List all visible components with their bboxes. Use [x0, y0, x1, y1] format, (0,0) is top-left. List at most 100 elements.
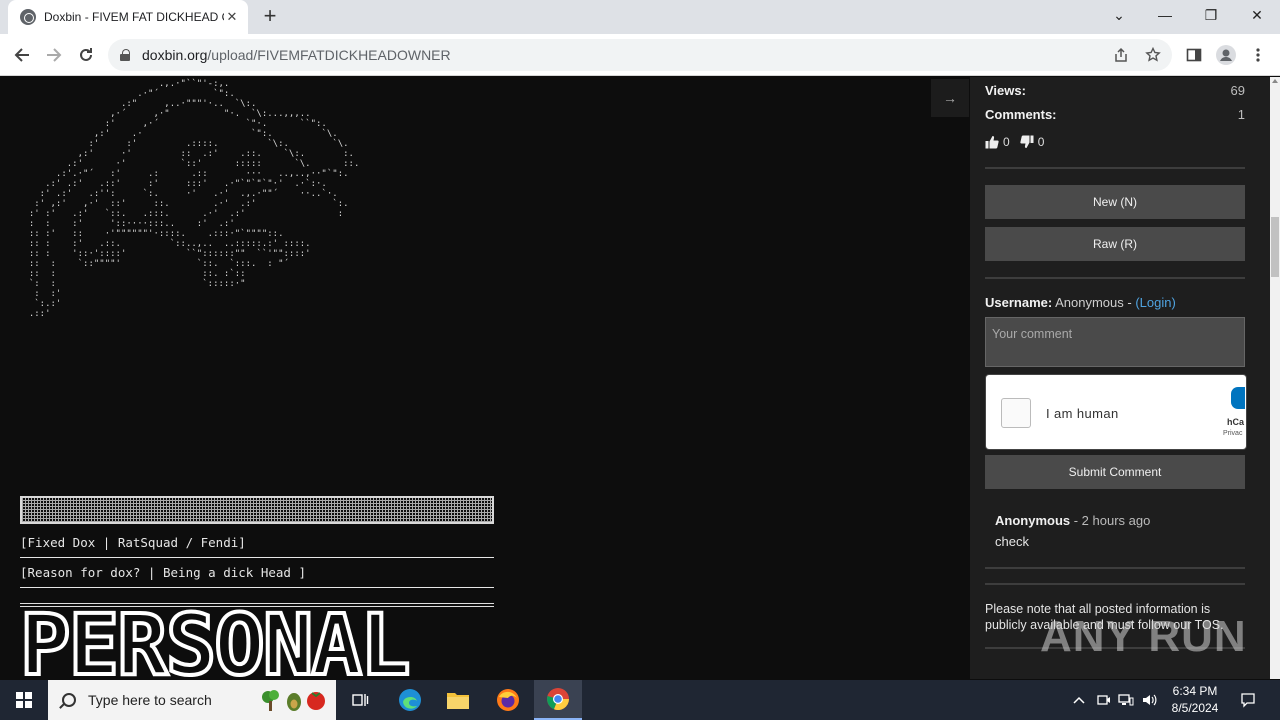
- ascii-art: .,.·"``"'-:,. .·"´ `":. .:" ,..·"""'·.. …: [18, 79, 360, 319]
- new-paste-button[interactable]: New (N): [985, 185, 1245, 219]
- ascii-art-line: .:' .:' .::' :' :::' .·"`"`"`"·' .·`:·.: [18, 179, 327, 189]
- bookmark-star-icon[interactable]: [1144, 46, 1162, 65]
- browser-tab-doxbin[interactable]: Doxbin - FIVEM FAT DICKHEAD O ✕: [8, 0, 248, 34]
- comment-meta: Anonymous - 2 hours ago: [995, 513, 1150, 528]
- network-icon[interactable]: [1116, 680, 1136, 720]
- tab-close-icon[interactable]: ✕: [224, 9, 240, 25]
- page-scrollbar[interactable]: [1270, 77, 1280, 679]
- divider-line: [20, 587, 494, 588]
- meet-now-icon[interactable]: [1094, 680, 1114, 720]
- taskbar-clock[interactable]: 6:34 PM 8/5/2024: [1160, 683, 1230, 717]
- views-stat: Views: 69: [985, 83, 1245, 98]
- comment-time: - 2 hours ago: [1070, 513, 1151, 528]
- ascii-art-line: ,·´ ,·" "·. `\:...,,,..: [18, 109, 311, 119]
- ascii-art-line: :' ,·´ `"·. ``":.: [18, 119, 327, 129]
- sidebar-separator: [985, 277, 1245, 279]
- ascii-art-line: .::': [18, 309, 51, 319]
- search-highlight-veggies-icon: [262, 690, 325, 711]
- ascii-art-line: :: : :' .::. `::..,.. ..:::::.:' ::::.: [18, 239, 311, 249]
- views-label: Views:: [985, 83, 1026, 98]
- side-panel-icon[interactable]: [1182, 43, 1206, 67]
- fixed-dox-line: [Fixed Dox | RatSquad / Fendi]: [20, 535, 246, 550]
- browser-toolbar: doxbin.org/upload/FIVEMFATDICKHEADOWNER: [0, 34, 1280, 76]
- submit-comment-button[interactable]: Submit Comment: [985, 455, 1245, 489]
- reload-button[interactable]: [74, 43, 98, 67]
- start-button[interactable]: [0, 680, 48, 720]
- dislikes-count: 0: [1037, 135, 1045, 149]
- arrow-right-icon: →: [943, 90, 957, 106]
- close-window-button[interactable]: ✕: [1234, 0, 1280, 30]
- ascii-art-line: :' ,:' ,·' ::' ::. .·' .:' `:.: [18, 199, 349, 209]
- divider-line: [20, 557, 494, 558]
- scrollbar-thumb[interactable]: [1271, 217, 1279, 277]
- section-title: PERSONAL: [20, 603, 413, 679]
- views-value: 69: [1230, 83, 1245, 98]
- chrome-taskbar-icon[interactable]: [534, 680, 582, 720]
- share-icon[interactable]: [1112, 47, 1130, 65]
- tab-search-icon[interactable]: ⌄: [1096, 0, 1142, 30]
- lock-icon: [120, 49, 130, 61]
- file-explorer-icon[interactable]: [434, 680, 482, 720]
- edge-browser-icon[interactable]: [386, 680, 434, 720]
- anyrun-watermark: ANY RUN: [1040, 612, 1247, 661]
- paste-sidebar: Views: 69 Comments: 1 0 0 New (N) Raw (R…: [970, 77, 1270, 679]
- firefox-icon[interactable]: [484, 680, 532, 720]
- minimize-button[interactable]: —: [1142, 0, 1188, 30]
- windows-taskbar: Type here to search 6:34 PM 8/5/2024: [0, 680, 1280, 720]
- tab-title: Doxbin - FIVEM FAT DICKHEAD O: [44, 10, 224, 24]
- ascii-art-line: .:' ·' `::' ::::: `\. ::.: [18, 159, 360, 169]
- volume-icon[interactable]: [1140, 680, 1160, 720]
- collapse-sidebar-button[interactable]: →: [931, 79, 969, 117]
- ascii-art-line: ,:' ·' :: .:' .::. `\:. :.: [18, 149, 354, 159]
- captcha-brand: hCa: [1227, 417, 1245, 427]
- comment-placeholder: Your comment: [992, 327, 1073, 341]
- back-button[interactable]: [10, 43, 34, 67]
- comment-author: Anonymous: [995, 513, 1071, 528]
- hcaptcha-logo-icon: [1231, 387, 1245, 409]
- ascii-art-line: .:'.·"´ :' .: .:: ··· ..,..,··"`":.: [18, 169, 349, 179]
- reason-line: [Reason for dox? | Being a dick Head ]: [20, 565, 306, 580]
- raw-paste-button[interactable]: Raw (R): [985, 227, 1245, 261]
- clock-date: 8/5/2024: [1171, 701, 1219, 715]
- notifications-icon[interactable]: [1236, 680, 1260, 720]
- search-icon: [62, 693, 76, 707]
- vote-row: 0 0: [985, 135, 1044, 149]
- address-bar[interactable]: doxbin.org/upload/FIVEMFATDICKHEADOWNER: [108, 39, 1172, 71]
- ascii-art-line: ,:' .· `":. `\.: [18, 129, 338, 139]
- scroll-up-arrow-icon[interactable]: [1272, 79, 1278, 83]
- sidebar-separator: [985, 567, 1245, 569]
- new-tab-button[interactable]: +: [258, 5, 282, 28]
- windows-logo-icon: [16, 692, 32, 708]
- ascii-art-line: .:" ,..·"""'·.. `\:.: [18, 99, 257, 109]
- captcha-checkbox[interactable]: [1001, 398, 1031, 428]
- ascii-art-line: `:.:': [18, 299, 62, 309]
- ascii-art-line: :' .:' .:'': `:. ·' .·' .,.·""´ ··..`·.: [18, 189, 338, 199]
- comments-stat: Comments: 1: [985, 107, 1245, 122]
- profile-avatar-icon[interactable]: [1214, 43, 1238, 67]
- likes-count: 0: [1003, 135, 1010, 149]
- browser-menu-icon[interactable]: [1246, 43, 1270, 67]
- task-view-icon[interactable]: [336, 680, 384, 720]
- comments-value: 1: [1237, 107, 1245, 122]
- ascii-art-line: .·"´ `":.: [18, 89, 235, 99]
- reload-icon: [80, 48, 92, 61]
- comment-input[interactable]: Your comment: [985, 317, 1245, 367]
- taskbar-search[interactable]: Type here to search: [48, 680, 336, 720]
- hcaptcha-widget: I am human hCa Privac: [985, 374, 1247, 450]
- login-link[interactable]: (Login): [1135, 295, 1175, 310]
- clock-time: 6:34 PM: [1172, 684, 1218, 698]
- ascii-art-line: :: : '::·'::::' ``"::::::"" ``'""::::': [18, 249, 311, 259]
- restore-button[interactable]: ❐: [1188, 0, 1234, 30]
- forward-button[interactable]: [42, 43, 66, 67]
- ascii-art-line: `: : `:::::·": [18, 279, 246, 289]
- search-placeholder: Type here to search: [88, 692, 212, 708]
- url-host: doxbin.org: [142, 47, 208, 63]
- thumbs-down-icon[interactable]: [1020, 135, 1034, 149]
- comment-body: check: [995, 534, 1029, 549]
- ascii-art-line: :: : ::. :`::: [18, 269, 246, 279]
- tray-chevron-up-icon[interactable]: [1068, 680, 1090, 720]
- ascii-art-line: : :': [18, 289, 62, 299]
- sidebar-separator: [985, 583, 1245, 585]
- thumbs-up-icon[interactable]: [985, 135, 999, 149]
- captcha-privacy-link[interactable]: Privac: [1223, 430, 1242, 437]
